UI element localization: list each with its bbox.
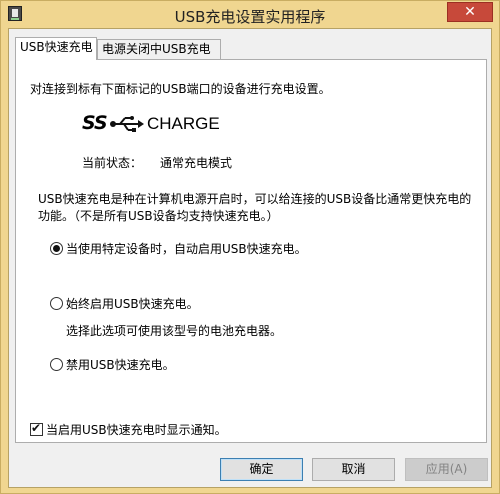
ok-button[interactable]: 确定 [220,458,303,481]
description-text: 对连接到标有下面标记的USB端口的设备进行充电设置。 [30,82,331,96]
tab-panel: 对连接到标有下面标记的USB端口的设备进行充电设置。 SS CHARGE 当前状… [15,59,487,443]
status-label: 当前状态： [82,156,143,170]
usb-trident-icon [110,116,144,132]
dialog-window: USB充电设置实用程序 ✕ USB快速充电 电源关闭中USB充电 对连接到标有下… [0,0,500,494]
radio-disable[interactable]: 禁用USB快速充电。 [50,356,175,373]
notify-checkbox-label: 当启用USB快速充电时显示通知。 [46,423,227,437]
cancel-button[interactable]: 取消 [312,458,395,481]
radio-auto-enable[interactable]: 当使用特定设备时，自动启用USB快速充电。 [50,240,307,257]
logo-ss-text: SS [82,112,108,134]
checkmark-icon: ✔ [31,421,42,435]
radio-always-enable[interactable]: 始终启用USB快速充电。 [50,295,199,312]
title-bar[interactable]: USB充电设置实用程序 ✕ [1,1,499,27]
logo-charge-word: CHARGE [147,114,220,133]
tab-usb-fast-charge[interactable]: USB快速充电 [15,37,97,60]
notify-checkbox[interactable]: ✔ [30,421,43,436]
radio-button[interactable] [50,358,63,371]
info-text: USB快速充电是种在计算机电源开启时，可以给连接的USB设备比通常更快充电的功能… [38,192,472,223]
radio-always-enable-label: 始终启用USB快速充电。 [66,297,199,311]
radio-button-selected[interactable] [50,242,63,255]
tab-usb-charge-power-off[interactable]: 电源关闭中USB充电 [97,39,221,59]
window-title: USB充电设置实用程序 [174,8,326,26]
radio-disable-label: 禁用USB快速充电。 [66,358,175,372]
radio-button[interactable] [50,297,63,310]
notify-checkbox-row[interactable]: ✔ 当启用USB快速充电时显示通知。 [30,421,227,438]
dialog-client-area: USB快速充电 电源关闭中USB充电 对连接到标有下面标记的USB端口的设备进行… [8,28,492,488]
option-note: 选择此选项可使用该型号的电池充电器。 [66,324,283,338]
close-button[interactable]: ✕ [447,2,493,22]
status-value: 通常充电模式 [160,156,233,170]
apply-button[interactable]: 应用(A) [405,458,488,481]
radio-auto-enable-label: 当使用特定设备时，自动启用USB快速充电。 [66,242,307,256]
